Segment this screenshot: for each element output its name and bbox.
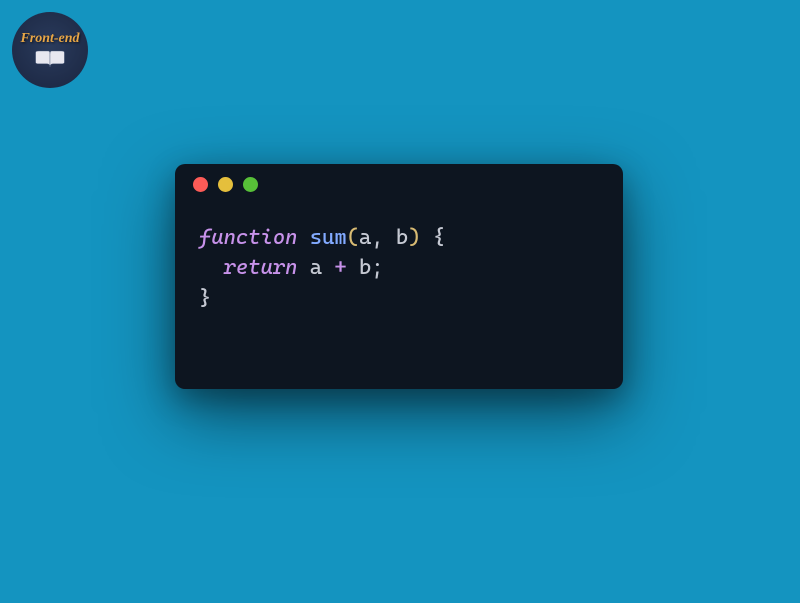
brace-open: { xyxy=(421,225,446,249)
semicolon: ; xyxy=(371,255,383,279)
code-line-3: } xyxy=(199,283,599,313)
comma: , xyxy=(371,225,396,249)
function-name: sum xyxy=(310,225,347,249)
code-line-2: return a + b; xyxy=(199,252,599,282)
keyword-return: return xyxy=(224,255,298,279)
window-titlebar xyxy=(175,164,623,204)
logo-badge: Front-end xyxy=(12,12,88,88)
param-a: a xyxy=(359,225,371,249)
minimize-button[interactable] xyxy=(218,177,233,192)
maximize-button[interactable] xyxy=(243,177,258,192)
paren-close: ) xyxy=(408,225,420,249)
expr-a: a xyxy=(297,255,334,279)
brace-close: } xyxy=(199,286,211,310)
keyword-function: function xyxy=(199,225,297,249)
code-content: function sum(a, b) { return a + b; } xyxy=(175,204,623,331)
code-editor-window: function sum(a, b) { return a + b; } xyxy=(175,164,623,389)
code-line-1: function sum(a, b) { xyxy=(199,222,599,252)
close-button[interactable] xyxy=(193,177,208,192)
book-icon xyxy=(34,49,66,69)
paren-open: ( xyxy=(347,225,359,249)
expr-b: b xyxy=(347,255,372,279)
operator-plus: + xyxy=(334,255,346,279)
logo-text: Front-end xyxy=(20,31,79,47)
param-b: b xyxy=(396,225,408,249)
